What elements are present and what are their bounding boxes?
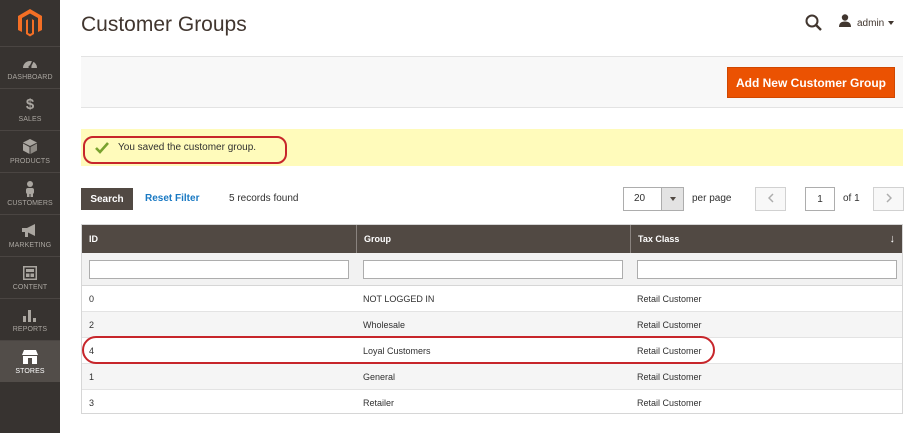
nav-products[interactable]: PRODUCTS (0, 130, 60, 172)
page-actions: Add New Customer Group (81, 56, 903, 108)
nav-label: SALES (18, 115, 42, 123)
cell-group: Loyal Customers (363, 346, 431, 356)
nav-label: REPORTS (12, 325, 48, 333)
cell-id: 1 (89, 372, 95, 382)
filter-tax-class-input[interactable] (637, 260, 897, 279)
person-icon (22, 180, 38, 197)
cell-tax-class: Retail Customer (637, 398, 702, 408)
chevron-right-icon (885, 190, 892, 208)
cell-id: 4 (89, 346, 95, 356)
per-page-label: per page (692, 193, 732, 204)
admin-sidebar: DASHBOARD $ SALES PRODUCTS CUSTOMERS MAR… (0, 0, 60, 433)
filter-group-input[interactable] (363, 260, 623, 279)
dashboard-icon (22, 55, 38, 71)
filter-id-input[interactable] (89, 260, 349, 279)
user-menu[interactable]: admin (839, 14, 895, 32)
success-message: You saved the customer group. (81, 129, 903, 166)
table-row[interactable]: 4 Loyal Customers Retail Customer (82, 338, 902, 364)
megaphone-icon (22, 223, 38, 239)
reset-filter-link[interactable]: Reset Filter (145, 193, 199, 204)
nav-label: CONTENT (12, 283, 48, 291)
cell-group: NOT LOGGED IN (363, 294, 435, 304)
per-page-value: 20 (634, 193, 646, 204)
box-icon (22, 139, 38, 155)
annotation-circle (83, 136, 287, 164)
nav-marketing[interactable]: MARKETING (0, 214, 60, 256)
magento-logo[interactable] (0, 0, 60, 46)
nav-label: PRODUCTS (9, 157, 51, 165)
page-total-label: of 1 (843, 193, 860, 204)
table-row[interactable]: 0 NOT LOGGED IN Retail Customer (82, 286, 902, 312)
cell-group: Wholesale (363, 320, 406, 330)
cell-id: 2 (89, 320, 95, 330)
chevron-left-icon (767, 190, 774, 208)
next-page-button[interactable] (873, 187, 904, 211)
nav-label: STORES (15, 367, 45, 375)
dollar-icon: $ (25, 96, 35, 113)
per-page-select[interactable]: 20 (623, 187, 684, 211)
cell-group: Retailer (363, 398, 395, 408)
nav-stores[interactable]: STORES (0, 340, 60, 382)
cell-tax-class: Retail Customer (637, 294, 702, 304)
customer-groups-grid: ID Group Tax Class ↓ 0 NOT LOGGED IN Ret… (81, 224, 903, 414)
table-row[interactable]: 3 Retailer Retail Customer (82, 390, 902, 416)
page-number-input[interactable] (805, 187, 835, 211)
add-new-customer-group-button[interactable]: Add New Customer Group (727, 67, 895, 98)
nav-reports[interactable]: REPORTS (0, 298, 60, 340)
grid-header: ID Group Tax Class ↓ (82, 225, 902, 253)
cell-group: General (363, 372, 396, 382)
cell-tax-class: Retail Customer (637, 346, 702, 356)
cell-id: 0 (89, 294, 95, 304)
page-title: Customer Groups (81, 13, 247, 36)
table-row[interactable]: 1 General Retail Customer (82, 364, 902, 390)
username: admin (857, 17, 885, 29)
nav-label: DASHBOARD (7, 73, 53, 81)
search-icon[interactable] (805, 14, 823, 32)
store-icon (22, 349, 38, 365)
nav-label: CUSTOMERS (7, 199, 53, 207)
filter-row (82, 253, 902, 286)
bar-chart-icon (22, 307, 38, 323)
sort-arrow-icon: ↓ (889, 233, 896, 245)
nav-sales[interactable]: $ SALES (0, 88, 60, 130)
search-button[interactable]: Search (81, 188, 133, 210)
table-row[interactable]: 2 Wholesale Retail Customer (82, 312, 902, 338)
cell-tax-class: Retail Customer (637, 320, 702, 330)
records-count: 5 records found (229, 193, 299, 204)
column-header-tax-class[interactable]: Tax Class ↓ (630, 225, 902, 253)
nav-customers[interactable]: CUSTOMERS (0, 172, 60, 214)
chevron-down-icon (888, 21, 895, 25)
nav-content[interactable]: CONTENT (0, 256, 60, 298)
nav-dashboard[interactable]: DASHBOARD (0, 46, 60, 88)
column-header-id[interactable]: ID (82, 225, 356, 253)
nav-label: MARKETING (8, 241, 52, 249)
layout-icon (22, 265, 38, 281)
chevron-down-icon[interactable] (661, 188, 683, 210)
cell-id: 3 (89, 398, 95, 408)
cell-tax-class: Retail Customer (637, 372, 702, 382)
column-header-label: Tax Class (638, 234, 680, 244)
user-icon (839, 14, 851, 32)
previous-page-button[interactable] (755, 187, 786, 211)
column-header-group[interactable]: Group (356, 225, 630, 253)
